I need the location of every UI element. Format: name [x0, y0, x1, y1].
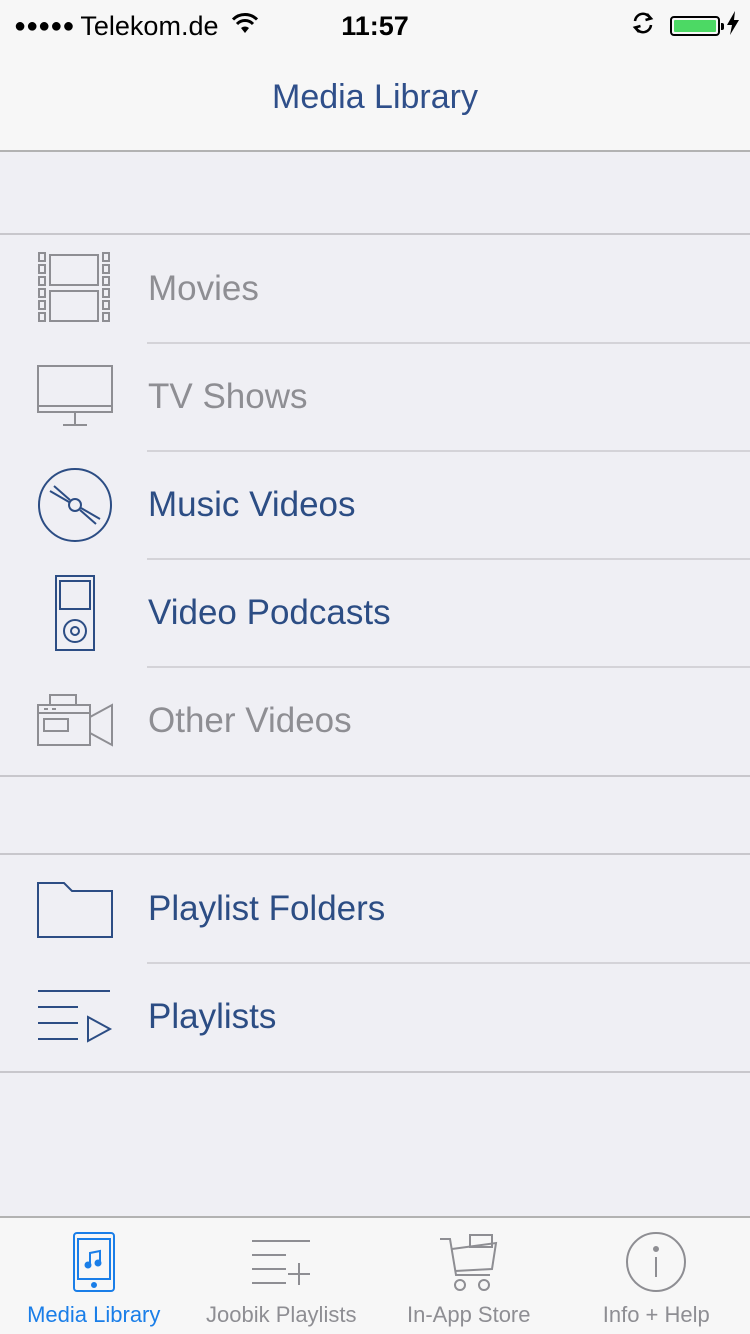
row-label-video-podcasts: Video Podcasts [148, 593, 391, 632]
tab-label-media-library: Media Library [27, 1302, 161, 1327]
navigation-bar: Media Library [0, 50, 750, 152]
tv-icon [36, 358, 114, 436]
videos-section: Movies TV Shows Music Videos Video Podca… [0, 233, 750, 777]
playlist-icon [36, 978, 114, 1056]
film-icon [36, 250, 114, 328]
tab-label-info-help: Info + Help [602, 1302, 710, 1327]
status-right [630, 10, 740, 42]
row-playlist-folders[interactable]: Playlist Folders [0, 855, 750, 963]
phone-music-icon [62, 1230, 126, 1294]
row-music-videos[interactable]: Music Videos [0, 450, 750, 559]
page-title: Media Library [272, 78, 478, 116]
disc-icon [36, 466, 114, 544]
playlists-section: Playlist Folders Playlists [0, 853, 750, 1073]
tab-media-library[interactable]: Media Library [0, 1218, 188, 1334]
battery-icon [670, 16, 724, 36]
row-other-videos[interactable]: Other Videos [0, 666, 750, 775]
folder-icon [36, 870, 114, 948]
camcorder-icon [36, 682, 114, 760]
row-tv-shows[interactable]: TV Shows [0, 342, 750, 451]
row-label-playlist-folders: Playlist Folders [148, 889, 386, 928]
row-playlists[interactable]: Playlists [0, 962, 750, 1071]
tab-info-help[interactable]: Info + Help [563, 1218, 750, 1334]
row-label-tv-shows: TV Shows [148, 377, 308, 416]
screen: ●●●●● Telekom.de 11:57 Media Library Mov… [0, 0, 750, 1334]
row-label-playlists: Playlists [148, 997, 277, 1036]
rotation-lock-icon [630, 10, 656, 43]
cart-icon [437, 1230, 501, 1294]
tab-joobik-playlists[interactable]: Joobik Playlists [188, 1218, 376, 1334]
tab-label-in-app-store: In-App Store [406, 1302, 531, 1327]
ipod-icon [36, 574, 114, 652]
info-icon [624, 1230, 688, 1294]
status-bar: ●●●●● Telekom.de 11:57 [0, 0, 750, 50]
tab-in-app-store[interactable]: In-App Store [375, 1218, 563, 1334]
row-movies[interactable]: Movies [0, 235, 750, 343]
battery-tip [721, 23, 724, 30]
charging-bolt-icon [726, 10, 740, 42]
row-label-other-videos: Other Videos [148, 701, 352, 740]
battery-fill [674, 20, 716, 32]
row-video-podcasts[interactable]: Video Podcasts [0, 558, 750, 667]
row-label-movies: Movies [148, 269, 259, 308]
tab-label-joobik-playlists: Joobik Playlists [206, 1302, 357, 1327]
tab-bar: Media Library Joobik Playlists In-App St… [0, 1216, 750, 1334]
row-label-music-videos: Music Videos [148, 485, 356, 524]
add-playlist-icon [249, 1230, 313, 1294]
